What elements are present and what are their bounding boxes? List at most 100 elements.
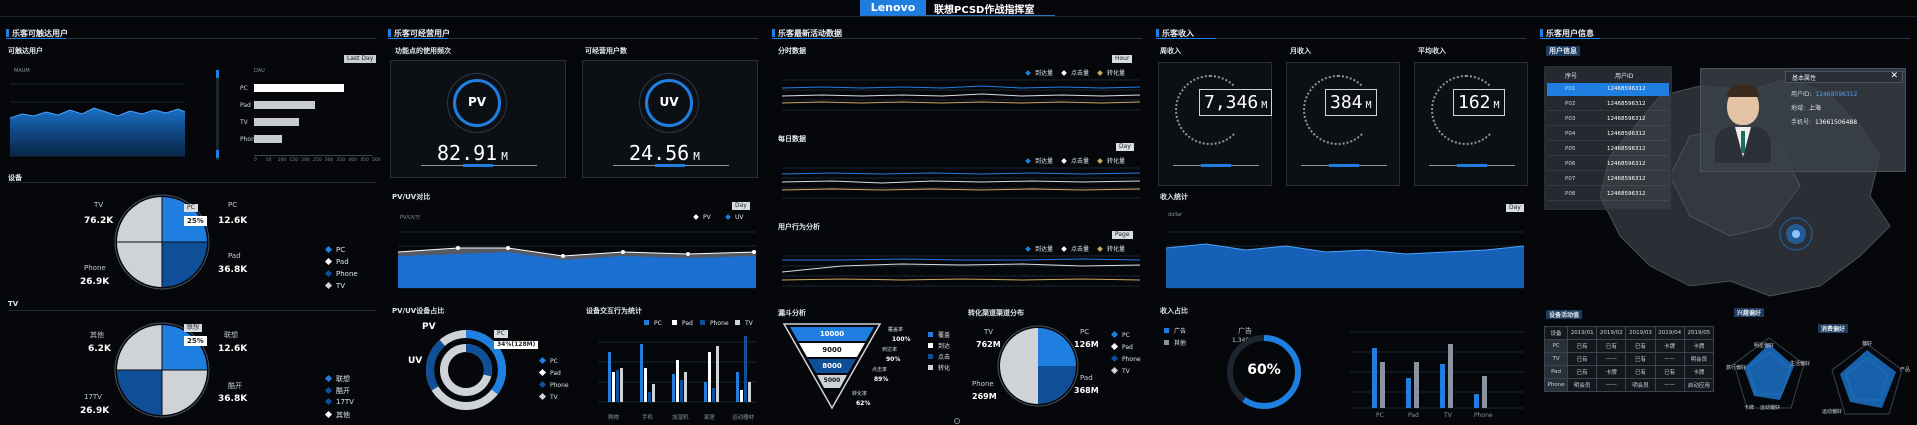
radar1-label-2: 运动偏好 <box>1760 405 1781 411</box>
pie-value-pc: 12.6K <box>218 216 248 226</box>
legend-item-phone[interactable]: Phone <box>538 380 569 389</box>
revenue-card-month[interactable]: 384 M <box>1286 62 1400 186</box>
legend-item-click[interactable]: 点击 <box>928 352 950 361</box>
legend-item-tv[interactable]: TV <box>735 320 753 327</box>
table-cell: 已有 <box>1625 352 1656 366</box>
tv-pie-label-other: 其他 <box>90 331 104 339</box>
legend-item-cover[interactable]: 覆盖 <box>928 330 950 339</box>
pvuv-legend-pv[interactable]: PV <box>693 214 711 221</box>
revenue-month-unit: M <box>1365 100 1372 111</box>
section-line <box>8 182 376 183</box>
legend-item-kukai[interactable]: 酷开 <box>324 386 350 396</box>
legend-item-phone[interactable]: Phone <box>1110 354 1141 363</box>
revenue-card-avg[interactable]: 162 M <box>1414 62 1528 186</box>
table-row[interactable]: Pad 已有 卡牌 已有 已有 卡牌 <box>1543 365 1715 379</box>
legend-item-other[interactable]: 其他 <box>324 410 350 420</box>
table-row[interactable]: P03 12468596312 <box>1547 113 1669 126</box>
table-cell: 已有 <box>1625 339 1656 353</box>
funnel-rate-label-3: 点击率 <box>872 367 888 373</box>
scroll-thumb[interactable] <box>216 70 219 78</box>
legend-marker-icon <box>672 320 677 325</box>
day-button[interactable]: Day <box>1116 143 1134 151</box>
table-row[interactable]: P07 12468596312 <box>1547 173 1669 186</box>
legend-marker-icon <box>644 320 649 325</box>
table-row[interactable]: P06 12468596312 <box>1547 158 1669 171</box>
legend-marker-icon <box>735 320 740 325</box>
table-cell: 卡牌 <box>1596 365 1627 379</box>
pie-tooltip-name: PC <box>184 204 198 212</box>
legend-marker-icon <box>1025 158 1031 164</box>
row-user-id: 12468596312 <box>1607 176 1646 182</box>
legend-item-phone[interactable]: Phone <box>324 269 358 278</box>
pie-value-tv: 76.2K <box>84 216 114 226</box>
table-row[interactable]: TV 已有 —— 已有 —— 明会员 <box>1543 352 1715 366</box>
tv-pie-tooltip-name: 联想 <box>184 324 203 332</box>
pie-value-phone: 26.9K <box>80 277 110 287</box>
line-convert <box>782 278 1141 281</box>
legend-item-other[interactable]: 其他 <box>1164 338 1186 347</box>
legend-item-tv[interactable]: TV <box>1110 366 1130 375</box>
table-row[interactable]: P01 12468596312 <box>1547 83 1669 96</box>
legend-item-pc[interactable]: PC <box>644 320 662 327</box>
pvuv-legend-uv[interactable]: UV <box>725 214 744 221</box>
legend-item-pad[interactable]: Pad <box>538 368 561 377</box>
line-arrive <box>782 85 1141 89</box>
close-icon[interactable]: ✕ <box>1890 71 1898 81</box>
revenue-day-button[interactable]: Day <box>1506 204 1524 212</box>
table-row[interactable]: P05 12468596312 <box>1547 143 1669 156</box>
radar1-label-3: 旅行偏好 <box>1726 365 1747 371</box>
legend-item-arrive[interactable]: 到达 <box>928 341 950 350</box>
legend-item-lenovo[interactable]: 联想 <box>324 374 350 384</box>
last-day-button[interactable]: Last Day <box>344 55 377 63</box>
hourly-title: 分时数据 <box>778 47 806 55</box>
legend-item-phone[interactable]: Phone <box>700 320 729 327</box>
line-convert <box>782 188 1141 191</box>
table-cell: 已有 <box>1567 339 1598 353</box>
user-table-head-n: 序号 <box>1565 73 1578 80</box>
scroll-track[interactable] <box>216 70 219 160</box>
profile-row-phone: 手机号: 13661506488 <box>1791 117 1857 126</box>
brand-logo[interactable]: Lenovo <box>860 0 926 15</box>
scroll-thumb-bottom[interactable] <box>216 150 219 158</box>
legend-item-pad[interactable]: Pad <box>324 257 349 266</box>
uv-panel: UV 24.56 M <box>582 60 758 178</box>
table-row[interactable]: P02 12468596312 <box>1547 98 1669 111</box>
legend-item-pad[interactable]: Pad <box>672 320 693 327</box>
bottom-handle-icon[interactable] <box>954 418 960 424</box>
legend-item-ad[interactable]: 广告 <box>1164 326 1186 335</box>
legend-item-tv[interactable]: TV <box>324 281 345 290</box>
legend-item-17tv[interactable]: 17TV <box>324 397 354 406</box>
table-row[interactable]: PC 已有 已有 已有 卡牌 卡牌 <box>1543 339 1715 353</box>
profile-value: 13661506488 <box>1815 119 1858 126</box>
table-header-cell: 2019/04 <box>1654 326 1685 340</box>
revenue-month-value: 384 M <box>1325 89 1377 116</box>
legend-marker-icon <box>1110 342 1119 351</box>
avatar-hair-icon <box>1727 85 1759 97</box>
legend-item-tv[interactable]: TV <box>538 392 558 401</box>
hour-button[interactable]: Hour <box>1112 55 1133 63</box>
legend-item-pc[interactable]: PC <box>1110 330 1130 339</box>
funnel-rate-value-3: 89% <box>874 376 889 383</box>
bar-group-sports <box>736 336 751 402</box>
legend-marker-icon <box>324 257 333 266</box>
tv-pie-value-lenovo: 12.6K <box>218 344 248 354</box>
table-row[interactable]: P08 12468596312 <box>1547 188 1669 201</box>
table-row[interactable]: Phone 明会员 —— 明会员 —— 启动应用 <box>1543 378 1715 392</box>
table-cell: 已有 <box>1567 365 1598 379</box>
pvuv-day-button[interactable]: Day <box>732 202 750 210</box>
legend-item-pc[interactable]: PC <box>538 356 558 365</box>
profile-title-label: 基本属性 <box>1792 75 1817 82</box>
legend-marker-icon <box>538 368 547 377</box>
legend-item-convert[interactable]: 转化 <box>928 363 950 372</box>
legend-item-pad[interactable]: Pad <box>1110 342 1133 351</box>
legend-item-pc[interactable]: PC <box>324 245 345 254</box>
row-number: P03 <box>1565 116 1576 122</box>
revenue-card-week[interactable]: 7,346 M <box>1158 62 1273 186</box>
pie-tooltip-pct: 25% <box>184 216 207 226</box>
table-header-row: 设备 2019/01 2019/02 2019/03 2019/04 2019/05 <box>1543 326 1715 340</box>
line-click <box>782 263 1141 273</box>
page-button[interactable]: Page <box>1112 231 1133 239</box>
table-row[interactable]: P04 12468596312 <box>1547 128 1669 141</box>
dau-bar-label: PC <box>240 85 248 92</box>
table-cell: 明会员 <box>1625 378 1656 392</box>
